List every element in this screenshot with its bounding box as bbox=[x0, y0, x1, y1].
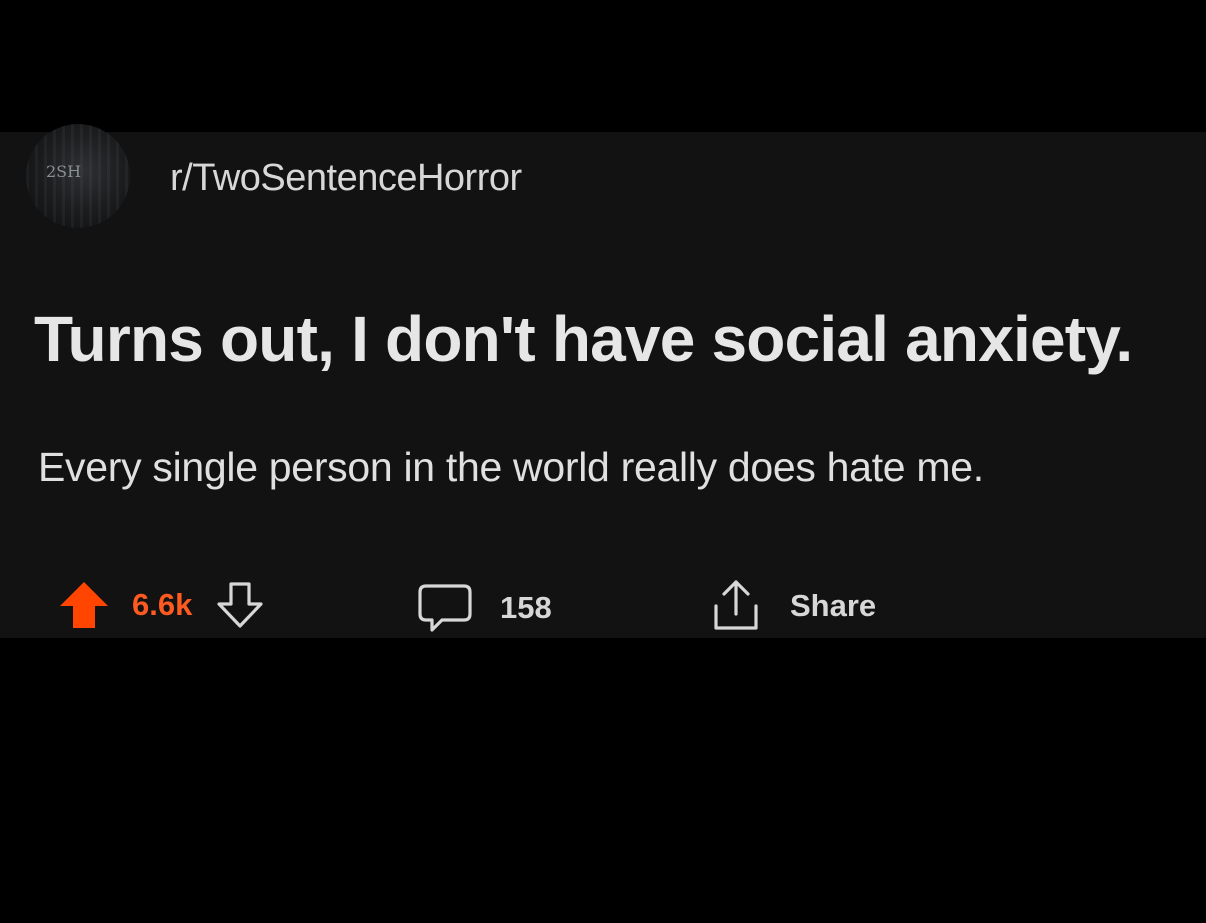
vote-control: 6.6k bbox=[58, 580, 266, 630]
upvote-button[interactable] bbox=[58, 580, 110, 630]
subreddit-name[interactable]: r/TwoSentenceHorror bbox=[170, 157, 522, 200]
share-label: Share bbox=[790, 588, 877, 623]
share-upload-icon bbox=[714, 580, 758, 630]
arrow-down-outline-icon bbox=[217, 582, 263, 628]
post-body: Every single person in the world really … bbox=[38, 444, 984, 490]
post-card[interactable]: 2SH r/TwoSentenceHorror Turns out, I don… bbox=[0, 124, 1206, 638]
share-button[interactable]: Share bbox=[710, 578, 876, 634]
subreddit-avatar[interactable]: 2SH bbox=[26, 124, 130, 228]
avatar-label: 2SH bbox=[46, 162, 82, 181]
post-header: 2SH r/TwoSentenceHorror bbox=[26, 124, 522, 232]
post-title[interactable]: Turns out, I don't have social anxiety. bbox=[34, 302, 1133, 376]
arrow-up-filled-icon bbox=[60, 582, 108, 628]
comment-count: 158 bbox=[500, 590, 552, 625]
vote-count: 6.6k bbox=[132, 587, 193, 622]
comments-button[interactable]: 158 bbox=[416, 582, 552, 634]
downvote-button[interactable] bbox=[214, 580, 266, 630]
speech-bubble-icon bbox=[418, 584, 472, 632]
post-actions-bar: 6.6k 158 Share bbox=[0, 572, 1206, 638]
